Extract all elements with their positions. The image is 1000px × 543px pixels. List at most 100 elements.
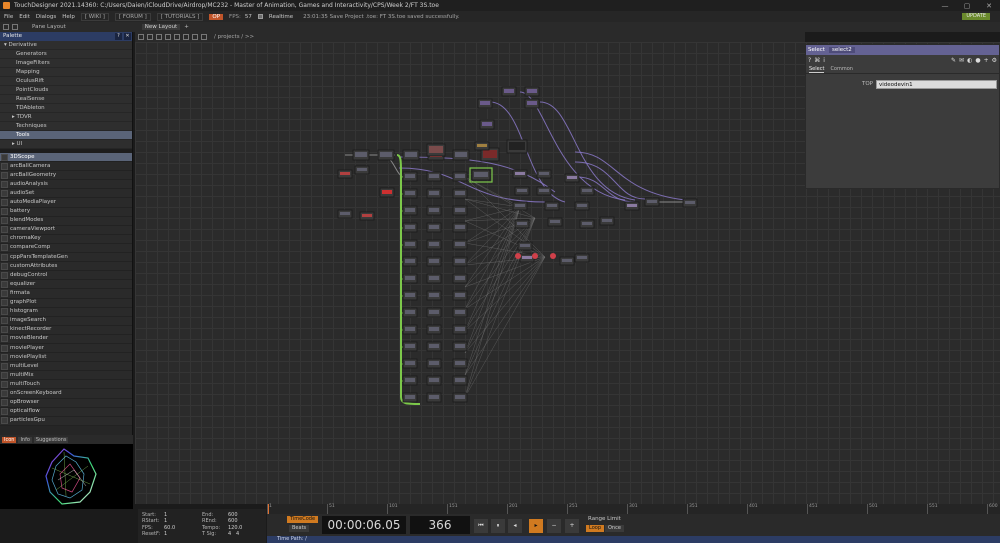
column-node-thumb[interactable]: [405, 293, 415, 297]
comp-node-thumb[interactable]: [577, 204, 587, 207]
forward-icon[interactable]: [174, 34, 180, 40]
column-node-thumb[interactable]: [455, 174, 465, 178]
list-view-icon[interactable]: [156, 34, 162, 40]
column-node-thumb[interactable]: [429, 242, 439, 246]
comp-node-thumb[interactable]: [550, 220, 560, 223]
column-node-thumb[interactable]: [429, 327, 439, 331]
chop-node-thumb[interactable]: [340, 172, 350, 175]
timecode-mode-button[interactable]: TimeCode: [287, 516, 319, 523]
purple-node-thumb[interactable]: [482, 122, 492, 126]
purple-node-thumb[interactable]: [480, 101, 490, 105]
palette-tree-item[interactable]: Techniques: [0, 122, 132, 131]
palette-help-button[interactable]: ?: [115, 33, 122, 40]
top-node-thumb[interactable]: [455, 152, 467, 157]
comp-node-thumb[interactable]: [567, 176, 577, 179]
top-node-thumb[interactable]: [355, 152, 367, 157]
chop-node-thumb[interactable]: [357, 168, 367, 171]
node-wire-grey[interactable]: [464, 206, 521, 354]
back-icon[interactable]: [165, 34, 171, 40]
palette-tree-item[interactable]: PointClouds: [0, 86, 132, 95]
column-node-thumb[interactable]: [429, 395, 439, 399]
color-icon[interactable]: ●: [975, 57, 980, 64]
comp-node-thumb[interactable]: [602, 219, 612, 222]
comp-node-thumb[interactable]: [647, 200, 657, 203]
comp-node-thumb[interactable]: [547, 204, 557, 207]
comp-node-thumb[interactable]: [539, 189, 549, 192]
tab-new-layout[interactable]: New Layout: [141, 24, 181, 30]
column-node-thumb[interactable]: [429, 361, 439, 365]
palette-tree-item[interactable]: Mapping: [0, 68, 132, 77]
edit-icon[interactable]: ✎: [951, 57, 956, 64]
column-node-thumb[interactable]: [405, 310, 415, 314]
add-operator-icon[interactable]: [183, 34, 189, 40]
comp-node-thumb[interactable]: [517, 189, 527, 192]
top-node-thumb[interactable]: [380, 152, 392, 157]
top-node-thumb[interactable]: [483, 150, 497, 158]
language-icon[interactable]: ◐: [967, 57, 972, 64]
tab-common[interactable]: Common: [830, 66, 853, 73]
top-parameter-field[interactable]: videodevin1: [876, 79, 997, 89]
column-node-thumb[interactable]: [405, 174, 415, 178]
comment-icon[interactable]: ✉: [959, 57, 964, 64]
column-node-thumb[interactable]: [455, 378, 465, 382]
node-wire-grey[interactable]: [464, 217, 536, 332]
pause-button[interactable]: ⏸: [491, 519, 505, 533]
node-wire-grey[interactable]: [464, 206, 521, 398]
chop-node-thumb[interactable]: [382, 190, 392, 194]
palette-tree-item[interactable]: Tools: [0, 131, 132, 140]
info-icon[interactable]: i: [823, 57, 825, 64]
python-icon[interactable]: ⌘: [814, 57, 820, 64]
forum-link[interactable]: [ FORUM ]: [114, 12, 151, 21]
comp-node-thumb[interactable]: [517, 222, 527, 225]
operator-mode-badge[interactable]: OP: [209, 13, 224, 20]
palette-component-item[interactable]: particlesGpu: [0, 416, 132, 426]
palette-tree-item[interactable]: Generators: [0, 50, 132, 59]
purple-node-thumb[interactable]: [477, 144, 487, 147]
column-node-thumb[interactable]: [405, 208, 415, 212]
column-node-thumb[interactable]: [405, 327, 415, 331]
column-node-thumb[interactable]: [429, 208, 439, 212]
home-icon[interactable]: [201, 34, 207, 40]
column-node-thumb[interactable]: [455, 293, 465, 297]
comp-node-thumb[interactable]: [520, 244, 530, 247]
loop-button[interactable]: Loop: [586, 525, 604, 532]
column-node-thumb[interactable]: [455, 208, 465, 212]
node-wire-grey[interactable]: [464, 206, 521, 376]
column-node-thumb[interactable]: [455, 259, 465, 263]
operator-name[interactable]: select2: [828, 47, 855, 53]
palette-tree-item[interactable]: ▸ TDVR: [0, 113, 132, 122]
palette-tree-item[interactable]: TDAbleton: [0, 104, 132, 113]
column-node-thumb[interactable]: [405, 259, 415, 263]
column-node-thumb[interactable]: [405, 242, 415, 246]
column-node-thumb[interactable]: [429, 293, 439, 297]
column-node-thumb[interactable]: [405, 225, 415, 229]
column-node-thumb[interactable]: [429, 378, 439, 382]
menu-file[interactable]: File: [4, 14, 13, 20]
node-wire-grey[interactable]: [464, 217, 536, 310]
tab-suggestions[interactable]: Suggestions: [33, 436, 69, 443]
stop-icon[interactable]: [147, 34, 153, 40]
palette-tree-item[interactable]: ▸ UI: [0, 140, 132, 149]
column-node-thumb[interactable]: [429, 344, 439, 348]
menu-dialogs[interactable]: Dialogs: [36, 14, 56, 20]
beats-mode-button[interactable]: Beats: [289, 525, 310, 532]
node-wire-grey[interactable]: [464, 206, 521, 310]
split-pane-vertical-icon[interactable]: [12, 24, 18, 30]
comp-node-thumb[interactable]: [522, 256, 532, 259]
tab-select[interactable]: Select: [809, 66, 825, 73]
column-node-thumb[interactable]: [455, 310, 465, 314]
tab-icon[interactable]: Icon: [2, 436, 17, 443]
comp-node-thumb[interactable]: [582, 189, 592, 192]
play-button[interactable]: ▸: [529, 519, 543, 533]
column-node-thumb[interactable]: [405, 276, 415, 280]
comp-node-thumb[interactable]: [515, 204, 525, 207]
tsig-value[interactable]: 4 4: [228, 531, 252, 537]
top-node-thumb[interactable]: [429, 146, 443, 153]
column-node-thumb[interactable]: [455, 344, 465, 348]
close-button[interactable]: ✕: [978, 2, 1000, 10]
column-node-thumb[interactable]: [429, 310, 439, 314]
comp-node-thumb[interactable]: [515, 172, 525, 175]
column-node-thumb[interactable]: [405, 395, 415, 399]
top-node-selected-thumb[interactable]: [474, 172, 488, 177]
record-indicator[interactable]: [515, 253, 521, 259]
